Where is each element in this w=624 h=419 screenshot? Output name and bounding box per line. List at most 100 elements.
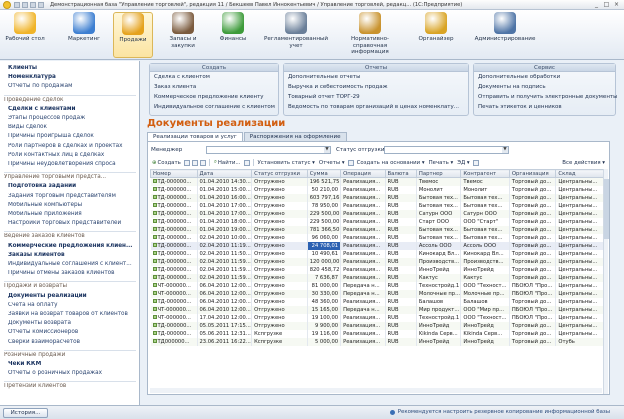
table-cell[interactable]: ТД-000000... bbox=[150, 217, 198, 226]
column-header[interactable]: Организация bbox=[508, 169, 557, 178]
table-row[interactable]: ЧТ-000000... 06.04.2010 12:00... Отгружено… bbox=[150, 289, 607, 298]
table-cell[interactable]: Отгружено bbox=[251, 257, 308, 266]
table-cell[interactable]: ООО "Техност... bbox=[460, 281, 510, 290]
table-cell[interactable]: ТД-000000... bbox=[150, 329, 198, 338]
table-cell[interactable]: Центральны... bbox=[555, 305, 607, 314]
table-cell[interactable]: Реализация... bbox=[340, 297, 386, 306]
table-cell[interactable]: Бытовая тех... bbox=[460, 225, 510, 234]
table-cell[interactable]: Молочные пр... bbox=[416, 289, 462, 298]
table-cell[interactable]: RUB bbox=[385, 281, 417, 290]
table-cell[interactable]: 01.04.2010 15:00... bbox=[197, 185, 253, 194]
table-cell[interactable]: Центральны... bbox=[555, 177, 607, 186]
copy-icon[interactable] bbox=[183, 159, 190, 166]
table-cell[interactable]: Торговый до... bbox=[509, 321, 557, 330]
table-cell[interactable]: 06.04.2010 12:00... bbox=[197, 281, 253, 290]
sidebar-item[interactable]: Роли контактных лиц в сделках bbox=[8, 152, 138, 158]
service-link-sign[interactable]: Документы на подпись bbox=[478, 84, 546, 90]
table-cell[interactable]: Сатурн ООО bbox=[460, 209, 510, 218]
table-row[interactable]: ТД-000000... 01.04.2010 19:00... Отгружено… bbox=[150, 225, 607, 234]
table-cell[interactable]: ТД-000000... bbox=[150, 273, 198, 282]
table-cell[interactable]: 01.04.2010 17:00... bbox=[197, 209, 253, 218]
table-cell[interactable]: Отгружено bbox=[251, 177, 308, 186]
table-cell[interactable]: Реализация... bbox=[340, 337, 386, 346]
table-cell[interactable]: Реализация... bbox=[340, 201, 386, 210]
table-cell[interactable]: 30 330,00 bbox=[307, 289, 342, 298]
table-cell[interactable]: Центральны... bbox=[555, 273, 607, 282]
table-cell[interactable]: Отгружено bbox=[251, 201, 308, 210]
table-cell[interactable]: ИнноТрейд bbox=[460, 265, 510, 274]
sidebar-item[interactable]: Документы реализации bbox=[8, 293, 138, 299]
backup-hint[interactable]: Рекомендуется настроить резервное копиро… bbox=[389, 409, 610, 415]
column-header[interactable]: Номер bbox=[150, 169, 198, 178]
table-cell[interactable]: RUB bbox=[385, 209, 417, 218]
table-cell[interactable]: RUB bbox=[385, 241, 417, 250]
table-cell[interactable]: Центральны... bbox=[555, 217, 607, 226]
column-header[interactable]: Статус отгрузки bbox=[251, 169, 308, 178]
table-cell[interactable]: 48 360,00 bbox=[307, 297, 342, 306]
table-cell[interactable]: Монолит bbox=[416, 185, 462, 194]
table-cell[interactable]: 01.04.2010 16:00... bbox=[197, 193, 253, 202]
table-cell[interactable]: Отгружено bbox=[251, 249, 308, 258]
table-row[interactable]: ТД-000000... 02.04.2010 11:50... Отгружено… bbox=[150, 249, 607, 258]
table-cell[interactable]: Центральны... bbox=[555, 185, 607, 194]
section-accounting[interactable]: Регламентированный учет bbox=[264, 12, 328, 58]
table-cell[interactable]: Торговый до... bbox=[509, 233, 557, 242]
table-cell[interactable]: RUB bbox=[385, 225, 417, 234]
table-cell[interactable]: Отубь bbox=[555, 337, 607, 346]
table-cell[interactable]: Производств... bbox=[416, 257, 462, 266]
sidebar-item[interactable]: Этапы процессов продаж bbox=[8, 115, 138, 121]
table-cell[interactable]: Отгружено bbox=[251, 241, 308, 250]
section-stock[interactable]: Запасы и закупки bbox=[161, 12, 205, 58]
table-cell[interactable]: Бытовая тех... bbox=[460, 201, 510, 210]
table-cell[interactable]: Kikinda Серв... bbox=[416, 329, 462, 338]
table-cell[interactable]: Торговый до... bbox=[509, 249, 557, 258]
table-cell[interactable]: 06.04.2010 12:00... bbox=[197, 297, 253, 306]
table-cell[interactable]: ЧТ-000000... bbox=[150, 281, 198, 290]
sidebar-item[interactable]: Подготовка заданий bbox=[8, 183, 138, 189]
table-row[interactable]: ЧТ-000000... 17.04.2010 12:00... Отгружено… bbox=[150, 313, 607, 322]
manager-filter-input[interactable]: ▼ bbox=[206, 146, 331, 154]
table-row[interactable]: ЧТ-000000... 06.04.2010 12:00... Отгружено… bbox=[150, 305, 607, 314]
table-cell[interactable]: RUB bbox=[385, 217, 417, 226]
close-button[interactable]: × bbox=[612, 1, 621, 8]
table-cell[interactable]: 229 500,00 bbox=[307, 217, 342, 226]
table-cell[interactable]: ТД-000000... bbox=[150, 185, 198, 194]
table-cell[interactable]: Отгружено bbox=[251, 217, 308, 226]
table-cell[interactable]: Торговый до... bbox=[509, 201, 557, 210]
tab-orders[interactable]: Распоряжения на оформление bbox=[243, 132, 347, 141]
table-cell[interactable]: Центральны... bbox=[555, 329, 607, 338]
table-cell[interactable]: Старт ООО bbox=[416, 217, 462, 226]
tab-sales[interactable]: Реализации товаров и услуг bbox=[147, 132, 243, 141]
table-cell[interactable]: Центральны... bbox=[555, 281, 607, 290]
table-cell[interactable]: 01.04.2010 18:00... bbox=[197, 217, 253, 226]
table-cell[interactable]: Реализация... bbox=[340, 265, 386, 274]
table-cell[interactable]: 02.04.2010 11:50... bbox=[197, 249, 253, 258]
table-cell[interactable]: Торговый до... bbox=[509, 225, 557, 234]
sidebar-item[interactable]: Документы возврата bbox=[8, 320, 138, 326]
sidebar-item[interactable]: Заказы клиентов bbox=[8, 252, 138, 258]
table-row[interactable]: ТД-000000... 05.06.2011 12:31... Кспгрузке… bbox=[150, 329, 607, 338]
table-cell[interactable]: ООО "Техност... bbox=[460, 313, 510, 322]
sidebar-item[interactable]: Заявки на возврат товаров от клиентов bbox=[8, 311, 138, 317]
table-cell[interactable]: ЧТ-000000... bbox=[150, 305, 198, 314]
table-row[interactable]: ТД-000000... 01.04.2010 14:30... Отгружено… bbox=[150, 177, 607, 186]
table-cell[interactable]: Бытовая тех... bbox=[416, 225, 462, 234]
table-cell[interactable]: Мир продукт... bbox=[416, 305, 462, 314]
table-row[interactable]: ЧТ-000000... 06.04.2010 12:00... Отгружено… bbox=[150, 281, 607, 290]
table-cell[interactable]: Торговый до... bbox=[509, 273, 557, 282]
table-cell[interactable]: 01.04.2010 19:00... bbox=[197, 225, 253, 234]
table-cell[interactable]: Центральны... bbox=[555, 289, 607, 298]
table-cell[interactable]: ТД-000000... bbox=[150, 209, 198, 218]
table-cell[interactable]: Отгружено bbox=[251, 185, 308, 194]
table-row[interactable]: ТД000000... 23.06.2011 16:22... Кспгрузке 5… bbox=[150, 337, 607, 346]
table-cell[interactable]: ПБОЮЛ "Про... bbox=[509, 281, 557, 290]
table-cell[interactable]: Молочные пр... bbox=[460, 289, 510, 298]
table-cell[interactable]: 17.04.2010 12:00... bbox=[197, 313, 253, 322]
table-cell[interactable]: 781 366,50 bbox=[307, 225, 342, 234]
section-organizer[interactable]: Органайзер bbox=[410, 12, 462, 58]
sidebar-item[interactable]: Причины отмены заказов клиентов bbox=[8, 270, 138, 276]
sidebar-section-header[interactable]: Управление торговыми предста... bbox=[4, 174, 134, 180]
attachments-icon[interactable] bbox=[347, 159, 354, 166]
sidebar-item[interactable]: Счета на оплату bbox=[8, 302, 138, 308]
table-cell[interactable]: Бытовая тех... bbox=[460, 193, 510, 202]
